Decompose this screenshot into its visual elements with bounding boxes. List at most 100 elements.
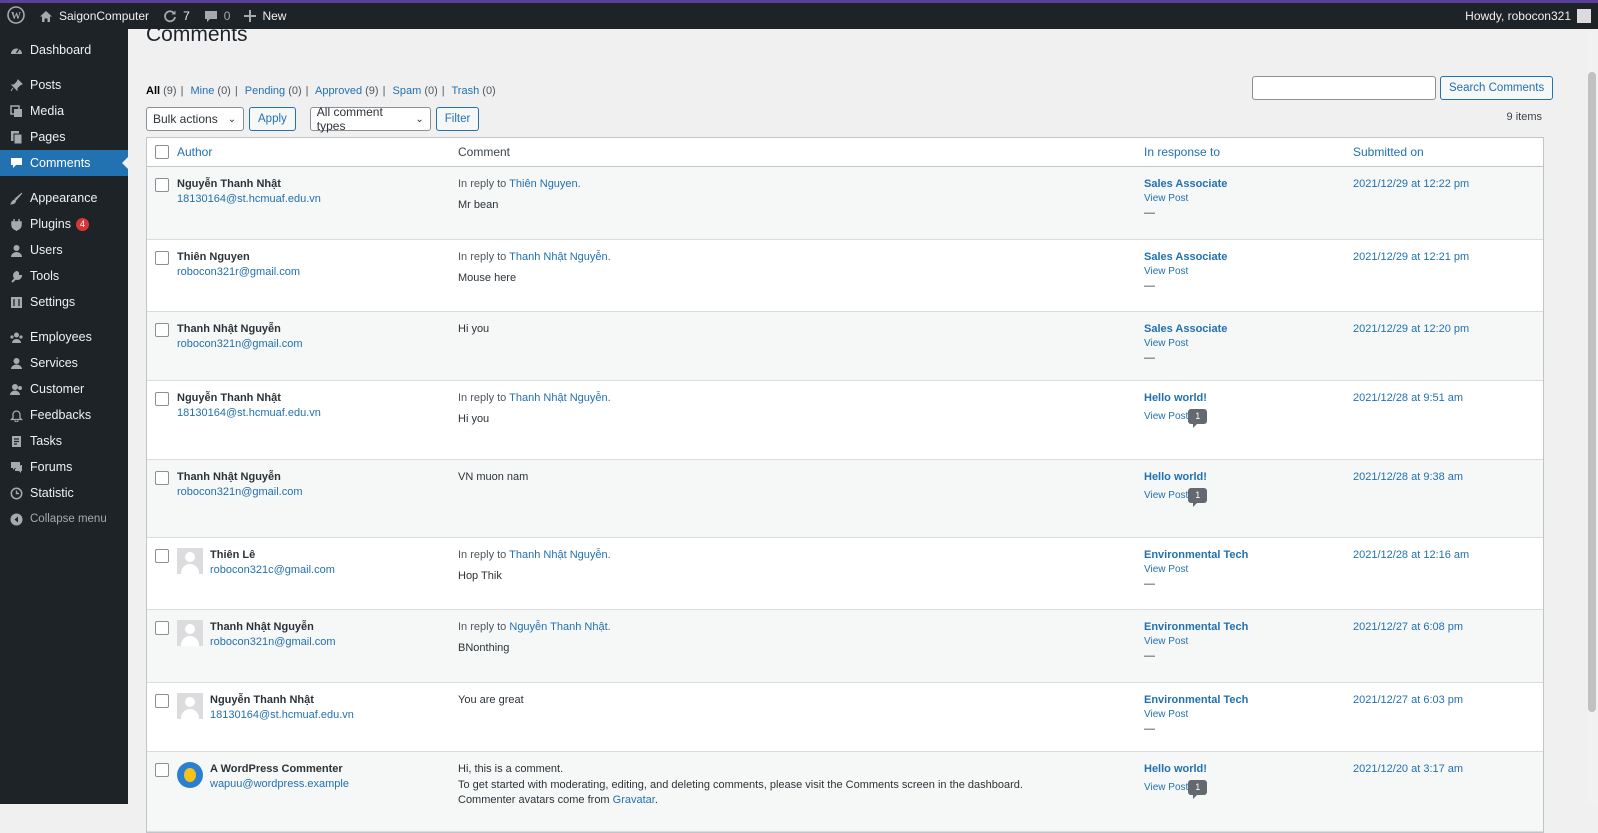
view-post-link[interactable]: View Post: [1144, 266, 1188, 277]
view-post-link[interactable]: View Post: [1144, 338, 1188, 349]
reply-parent-link[interactable]: Thanh Nhật Nguyễn.: [509, 392, 611, 404]
search-input[interactable]: [1252, 76, 1436, 100]
response-post-link[interactable]: Environmental Tech: [1144, 549, 1248, 561]
view-post-link[interactable]: View Post: [1144, 411, 1188, 422]
bulk-actions-select[interactable]: Bulk actions ⌄: [146, 107, 244, 131]
page-scrollbar[interactable]: [1586, 29, 1598, 804]
row-checkbox[interactable]: [155, 694, 169, 708]
menu-item-tasks[interactable]: Tasks: [0, 428, 128, 454]
row-checkbox[interactable]: [155, 178, 169, 192]
response-post-link[interactable]: Sales Associate: [1144, 251, 1227, 263]
response-post-link[interactable]: Sales Associate: [1144, 323, 1227, 335]
filter-button[interactable]: Filter: [435, 107, 480, 131]
response-post-link[interactable]: Environmental Tech: [1144, 621, 1248, 633]
menu-item-feedbacks[interactable]: Feedbacks: [0, 402, 128, 428]
submitted-date-link[interactable]: 2021/12/29 at 12:22 pm: [1353, 178, 1469, 190]
user-avatar: [1577, 9, 1591, 23]
menu-item-services[interactable]: Services: [0, 350, 128, 376]
menu-item-appearance[interactable]: Appearance: [0, 185, 128, 211]
approved-comments-bubble[interactable]: 1: [1188, 409, 1208, 428]
row-checkbox[interactable]: [155, 763, 169, 777]
response-post-link[interactable]: Sales Associate: [1144, 178, 1227, 190]
filter-mine[interactable]: Mine: [191, 85, 215, 97]
my-account-link[interactable]: Howdy, robocon321: [1458, 3, 1598, 29]
comment-type-select[interactable]: All comment types ⌄: [309, 105, 431, 133]
row-checkbox[interactable]: [155, 621, 169, 635]
select-all-checkbox[interactable]: [155, 145, 169, 159]
no-pending-dash: —: [1144, 723, 1155, 735]
menu-item-pages[interactable]: Pages: [0, 124, 128, 150]
author-email-link[interactable]: 18130164@st.hcmuaf.edu.vn: [210, 709, 354, 721]
response-post-link[interactable]: Hello world!: [1144, 392, 1207, 404]
scrollbar-thumb[interactable]: [1588, 72, 1596, 712]
svg-text:W: W: [11, 11, 21, 22]
menu-item-forums[interactable]: Forums: [0, 454, 128, 480]
menu-item-posts[interactable]: Posts: [0, 72, 128, 98]
author-email-link[interactable]: 18130164@st.hcmuaf.edu.vn: [177, 193, 321, 205]
response-post-link[interactable]: Hello world!: [1144, 471, 1207, 483]
author-email-link[interactable]: robocon321c@gmail.com: [210, 564, 335, 576]
menu-item-statistic[interactable]: Statistic: [0, 480, 128, 506]
row-checkbox[interactable]: [155, 549, 169, 563]
menu-item-comments[interactable]: Comments: [0, 150, 128, 176]
submitted-date-link[interactable]: 2021/12/28 at 9:51 am: [1353, 392, 1463, 404]
menu-item-users[interactable]: Users: [0, 237, 128, 263]
submitted-date-link[interactable]: 2021/12/27 at 6:08 pm: [1353, 621, 1463, 633]
apply-button[interactable]: Apply: [249, 107, 296, 131]
submitted-date-link[interactable]: 2021/12/28 at 12:16 am: [1353, 549, 1469, 561]
filter-trash[interactable]: Trash: [452, 85, 480, 97]
submitted-date-link[interactable]: 2021/12/27 at 6:03 pm: [1353, 694, 1463, 706]
view-post-link[interactable]: View Post: [1144, 490, 1188, 501]
submitted-date-link[interactable]: 2021/12/29 at 12:20 pm: [1353, 323, 1469, 335]
filter-all[interactable]: All: [146, 85, 160, 97]
submitted-date-link[interactable]: 2021/12/28 at 9:38 am: [1353, 471, 1463, 483]
response-post-link[interactable]: Environmental Tech: [1144, 694, 1248, 706]
collapse-menu-button[interactable]: Collapse menu: [0, 506, 128, 532]
wordpress-logo-button[interactable]: W: [0, 3, 32, 29]
menu-item-media[interactable]: Media: [0, 98, 128, 124]
reply-parent-link[interactable]: Thanh Nhật Nguyễn.: [509, 251, 611, 263]
approved-comments-bubble[interactable]: 1: [1188, 488, 1208, 507]
reply-parent-link[interactable]: Nguyễn Thanh Nhật.: [509, 621, 610, 633]
row-checkbox[interactable]: [155, 323, 169, 337]
filter-spam[interactable]: Spam: [393, 85, 422, 97]
submitted-date-link[interactable]: 2021/12/29 at 12:21 pm: [1353, 251, 1469, 263]
author-email-link[interactable]: robocon321n@gmail.com: [177, 486, 303, 498]
author-email-link[interactable]: robocon321n@gmail.com: [210, 636, 336, 648]
search-comments-button[interactable]: Search Comments: [1440, 76, 1554, 100]
reply-parent-link[interactable]: Thanh Nhật Nguyễn.: [509, 549, 611, 561]
gravatar-link[interactable]: Gravatar: [613, 794, 655, 806]
menu-item-customer[interactable]: Customer: [0, 376, 128, 402]
row-checkbox[interactable]: [155, 392, 169, 406]
author-email-link[interactable]: robocon321n@gmail.com: [177, 338, 303, 350]
view-post-link[interactable]: View Post: [1144, 782, 1188, 793]
in-reply-to: In reply to Thanh Nhật Nguyễn.: [458, 549, 611, 561]
menu-item-tools[interactable]: Tools: [0, 263, 128, 289]
filter-pending[interactable]: Pending: [245, 85, 285, 97]
response-column-header[interactable]: In response to: [1144, 145, 1220, 159]
author-email-link[interactable]: robocon321r@gmail.com: [177, 266, 300, 278]
date-column-header[interactable]: Submitted on: [1353, 145, 1424, 159]
submitted-date-link[interactable]: 2021/12/20 at 3:17 am: [1353, 763, 1463, 775]
menu-item-settings[interactable]: Settings: [0, 289, 128, 315]
menu-item-employees[interactable]: Employees: [0, 324, 128, 350]
site-name-link[interactable]: SaigonComputer: [32, 3, 156, 29]
menu-item-plugins[interactable]: Plugins 4: [0, 211, 128, 237]
row-checkbox[interactable]: [155, 251, 169, 265]
response-post-link[interactable]: Hello world!: [1144, 763, 1207, 775]
filter-approved[interactable]: Approved: [315, 85, 362, 97]
reply-parent-link[interactable]: Thiên Nguyen.: [509, 178, 581, 190]
author-column-header[interactable]: Author: [177, 145, 212, 159]
view-post-link[interactable]: View Post: [1144, 564, 1188, 575]
menu-item-dashboard[interactable]: Dashboard: [0, 37, 128, 63]
view-post-link[interactable]: View Post: [1144, 709, 1188, 720]
author-email-link[interactable]: wapuu@wordpress.example: [210, 778, 349, 790]
comment-text: Mouse here: [458, 272, 517, 284]
comment-row: Thanh Nhật Nguyễn robocon321n@gmail.com Hi…: [147, 312, 1543, 381]
row-checkbox[interactable]: [155, 471, 169, 485]
view-post-link[interactable]: View Post: [1144, 193, 1188, 204]
approved-comments-bubble[interactable]: 1: [1188, 780, 1208, 799]
table-body: Nguyễn Thanh Nhật 18130164@st.hcmuaf.edu.…: [147, 167, 1543, 832]
view-post-link[interactable]: View Post: [1144, 636, 1188, 647]
author-email-link[interactable]: 18130164@st.hcmuaf.edu.vn: [177, 407, 321, 419]
